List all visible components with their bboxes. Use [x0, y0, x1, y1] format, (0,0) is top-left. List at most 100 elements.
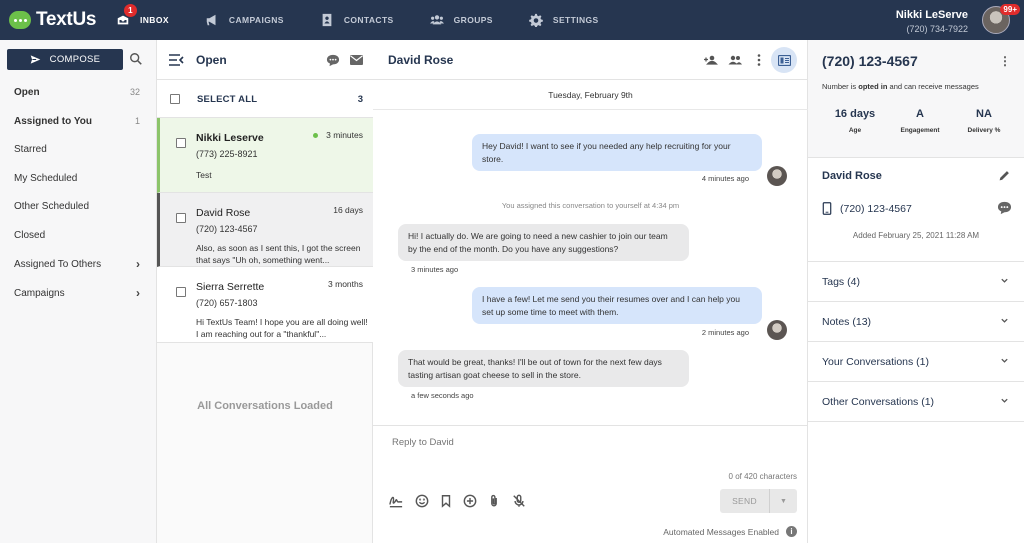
conversation-snippet: Test	[196, 170, 212, 180]
nav-settings[interactable]: SETTINGS	[529, 13, 599, 27]
chevron-down-icon	[1000, 276, 1009, 285]
reply-composer: 0 of 420 characters SEND ▼ Automated Mes…	[373, 425, 808, 543]
sidebar-item-closed[interactable]: Closed	[14, 230, 140, 241]
nav-contacts[interactable]: CONTACTS	[320, 13, 394, 27]
conversation-name: David Rose	[196, 207, 251, 219]
microphone-off-icon[interactable]	[512, 494, 526, 508]
more-options-icon[interactable]: ⋮	[999, 54, 1011, 68]
message-time: 2 minutes ago	[701, 328, 749, 337]
contact-phone[interactable]: (720) 123-4567	[840, 203, 912, 215]
sidebar-item-open[interactable]: Open 32	[14, 87, 140, 98]
sidebar-item-assigned-to-others[interactable]: Assigned To Others ›	[14, 257, 140, 271]
send-options-chevron-down-icon[interactable]: ▼	[770, 489, 797, 513]
attachment-icon[interactable]	[487, 494, 501, 508]
conversation-time: 16 days	[333, 205, 363, 215]
sidebar-item-assigned-to-you[interactable]: Assigned to You 1	[14, 116, 140, 127]
nav-settings-label: SETTINGS	[552, 15, 599, 25]
send-button[interactable]: SEND ▼	[720, 489, 797, 513]
contact-card-icon	[777, 54, 791, 66]
bookmark-icon[interactable]	[439, 494, 453, 508]
nav-contacts-label: CONTACTS	[343, 15, 394, 25]
sidebar-item-other-scheduled[interactable]: Other Scheduled	[14, 201, 140, 212]
assign-user-icon[interactable]	[703, 52, 719, 68]
contacts-icon	[320, 13, 334, 27]
contact-added-date: Added February 25, 2021 11:28 AM	[852, 231, 980, 240]
more-options-icon[interactable]	[751, 52, 767, 68]
textus-logo[interactable]: TextUs	[9, 9, 109, 31]
reply-input[interactable]	[392, 437, 692, 448]
logo-text: TextUs	[36, 9, 97, 30]
mail-icon[interactable]	[350, 55, 363, 65]
inbox-sidebar: COMPOSE Open 32 Assigned to You 1 Starre…	[0, 40, 157, 543]
conversation-checkbox[interactable]	[176, 138, 186, 148]
automated-messages-label: Automated Messages Enabled	[663, 526, 779, 537]
character-count: 0 of 420 characters	[728, 472, 797, 481]
info-icon[interactable]: i	[786, 526, 797, 537]
nav-groups[interactable]: GROUPS	[429, 13, 493, 27]
stat-value: NA	[976, 108, 992, 120]
nav-inbox[interactable]: 1 INBOX	[116, 4, 169, 27]
your-conversations-section[interactable]: Your Conversations (1)	[808, 342, 1024, 382]
conversation-list-header: Open	[157, 40, 373, 80]
section-label: Other Conversations (1)	[822, 396, 934, 408]
search-icon[interactable]	[129, 52, 143, 66]
collapse-menu-icon[interactable]	[169, 54, 184, 66]
sidebar-item-campaigns[interactable]: Campaigns ›	[14, 287, 140, 299]
gear-icon	[529, 13, 543, 27]
system-note: You assigned this conversation to yourse…	[501, 201, 680, 210]
opt-in-suffix: and can receive messages	[887, 82, 979, 91]
edit-pencil-icon[interactable]	[998, 169, 1011, 182]
add-circle-icon[interactable]	[463, 494, 477, 508]
automated-messages-status: Automated Messages Enabled i	[663, 526, 797, 537]
compose-button[interactable]: COMPOSE	[7, 49, 123, 70]
group-icon[interactable]	[727, 52, 743, 68]
sidebar-item-starred[interactable]: Starred	[14, 144, 140, 155]
conversation-name: Nikki Leserve	[196, 132, 264, 144]
conversation-name: Sierra Serrette	[196, 281, 265, 293]
conversation-snippet: Also, as soon as I sent this, I got the …	[196, 243, 361, 265]
chevron-right-icon: ›	[136, 257, 140, 271]
section-title: Tags	[822, 276, 845, 288]
nav-campaigns-label: CAMPAIGNS	[228, 15, 284, 25]
message-bubble-outgoing: I have a few! Let me send you their resu…	[472, 287, 762, 324]
nav-campaigns[interactable]: CAMPAIGNS	[205, 13, 284, 27]
nav-inbox-label: INBOX	[140, 15, 169, 25]
contact-details-button[interactable]	[771, 47, 797, 73]
online-status-dot	[313, 132, 319, 138]
sidebar-item-label: Assigned to You	[14, 116, 92, 127]
stat-value: A	[916, 108, 924, 120]
section-title: Other Conversations	[822, 396, 919, 408]
conversation-item[interactable]: Nikki Leserve (773) 225-8921 3 minutes T…	[157, 118, 373, 193]
groups-icon	[429, 13, 444, 27]
chat-bubble-icon[interactable]	[326, 54, 340, 67]
send-label: SEND	[720, 489, 770, 513]
message-time: 4 minutes ago	[701, 174, 749, 183]
conversation-item[interactable]: Sierra Serrette (720) 657-1803 3 months …	[157, 267, 373, 343]
conversation-time: 3 months	[328, 279, 363, 289]
sidebar-item-label: Other Scheduled	[14, 201, 90, 212]
notes-section[interactable]: Notes (13)	[808, 302, 1024, 342]
conversation-checkbox[interactable]	[176, 213, 186, 223]
chevron-down-icon	[1000, 316, 1009, 325]
other-conversations-section[interactable]: Other Conversations (1)	[808, 382, 1024, 422]
message-bubble-incoming: Hi! I actually do. We are going to need …	[398, 224, 689, 261]
message-time: a few seconds ago	[411, 391, 474, 400]
conversation-checkbox[interactable]	[176, 287, 186, 297]
conversation-item-selected[interactable]: David Rose (720) 123-4567 16 days Also, …	[157, 193, 373, 267]
message-contact-icon[interactable]	[997, 201, 1012, 215]
section-label: Notes (13)	[822, 316, 871, 328]
megaphone-icon	[205, 13, 219, 27]
user-name: Nikki LeServe	[895, 9, 968, 21]
emoji-icon[interactable]	[415, 494, 429, 508]
compose-label: COMPOSE	[49, 54, 101, 65]
current-user[interactable]: Nikki LeServe (720) 734-7922	[896, 9, 968, 34]
contact-number: (720) 123-4567	[822, 53, 918, 69]
select-all-row[interactable]: SELECT ALL 3	[157, 80, 373, 118]
chevron-down-icon	[1000, 356, 1009, 365]
signature-icon[interactable]	[389, 494, 403, 508]
conversation-count: 3	[357, 94, 363, 105]
tags-section[interactable]: Tags (4)	[808, 262, 1024, 302]
select-all-checkbox[interactable]	[170, 94, 180, 104]
sidebar-item-my-scheduled[interactable]: My Scheduled	[14, 173, 140, 184]
conversation-panel: David Rose Tuesday, February 9th Hey Dav…	[373, 40, 808, 543]
